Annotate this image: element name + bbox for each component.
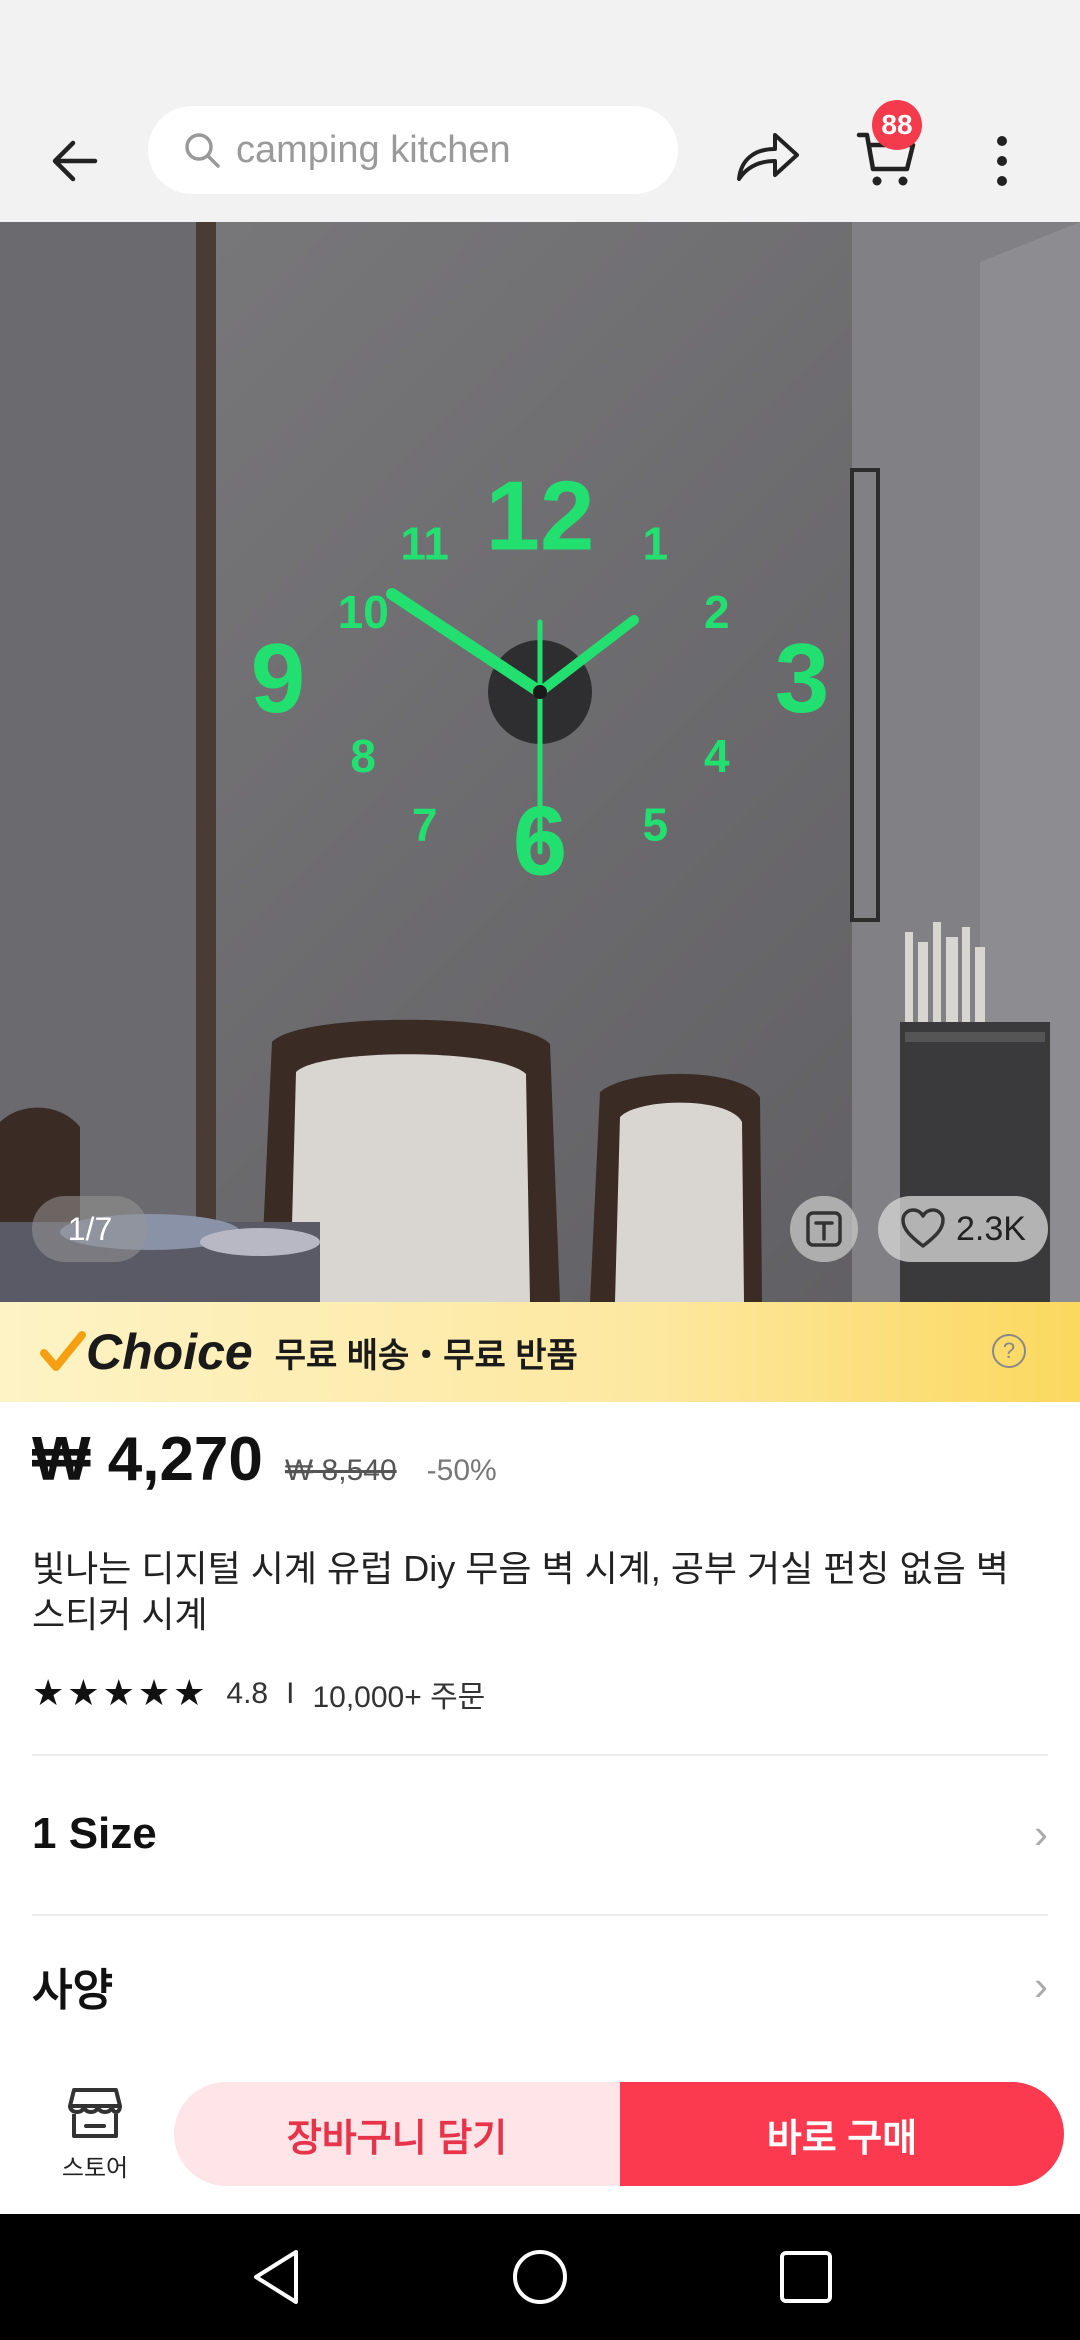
specs-option-row[interactable]: 사양 › [32, 1938, 1048, 2034]
translate-button[interactable] [790, 1196, 858, 1262]
rating-stars: ★★★★★ [32, 1675, 208, 1713]
rating-separator: I [286, 1677, 295, 1710]
back-arrow-icon [52, 140, 98, 182]
wishlist-count: 2.3K [956, 1209, 1026, 1248]
price-row: ₩ 4,270 ₩ 8,540 -50% [32, 1424, 497, 1495]
divider [32, 1754, 1048, 1756]
clock-numeral: 4 [704, 730, 730, 782]
store-label: 스토어 [61, 2155, 129, 2182]
store-icon [68, 2088, 122, 2138]
clock-numeral: 12 [485, 461, 594, 571]
specs-label: 사양 [32, 1966, 113, 2015]
clock-numeral: 10 [338, 586, 389, 638]
clock-numeral: 9 [251, 623, 306, 733]
search-bar[interactable]: camping kitchen [148, 106, 678, 194]
size-option-row[interactable]: 1 Size › [32, 1786, 1048, 1882]
size-label: 1 Size [32, 1809, 157, 1858]
clock-numeral: 8 [350, 730, 376, 782]
star-icon: ★ [137, 1672, 171, 1713]
star-icon: ★ [67, 1672, 100, 1713]
clock-numeral: 11 [400, 517, 449, 569]
buy-now-button[interactable]: 바로 구매 [620, 2082, 1064, 2186]
current-price: ₩ 4,270 [32, 1425, 263, 1494]
chevron-right-icon: › [1034, 1810, 1048, 1857]
nav-recents-button[interactable] [768, 2242, 844, 2312]
choice-banner[interactable]: Choice 무료 배송・무료 반품 ? [0, 1302, 1080, 1402]
share-button[interactable] [728, 116, 808, 196]
nav-home-button[interactable] [502, 2242, 578, 2312]
star-icon: ★ [32, 1672, 65, 1713]
star-icon: ★ [173, 1672, 206, 1713]
nav-back-icon [254, 2250, 298, 2304]
nav-recents-icon [780, 2251, 832, 2303]
heart-icon [901, 1208, 945, 1248]
status-bar [0, 0, 1080, 100]
translate-icon [806, 1211, 842, 1247]
choice-logo: Choice [40, 1323, 253, 1381]
wishlist-button[interactable]: 2.3K [878, 1196, 1048, 1262]
store-button[interactable]: 스토어 [30, 2084, 160, 2194]
clock-numeral: 2 [704, 586, 730, 638]
divider [32, 1914, 1048, 1916]
order-count: 10,000+ 주문 [312, 1681, 486, 1714]
product-title: 빛나는 디지털 시계 유럽 Diy 무음 벽 시계, 공부 거실 펀칭 없음 벽… [32, 1548, 1009, 1635]
bottom-action-bar: 스토어 장바구니 담기 바로 구매 [0, 2060, 1080, 2214]
help-icon[interactable]: ? [992, 1334, 1026, 1368]
checkmark-icon [40, 1331, 86, 1371]
product-photo: 12 1234567891011 [0, 222, 1080, 1302]
clock-numeral: 7 [412, 799, 438, 851]
chevron-right-icon: › [1034, 1962, 1048, 2009]
original-price: ₩ 8,540 [284, 1454, 397, 1487]
nav-home-icon [513, 2250, 567, 2304]
star-icon: ★ [102, 1672, 135, 1713]
search-placeholder: camping kitchen [236, 128, 511, 171]
search-icon [185, 133, 220, 168]
nav-back-button[interactable] [240, 2242, 316, 2312]
share-icon [737, 133, 799, 181]
clock-numeral: 5 [643, 799, 669, 851]
back-button[interactable] [30, 116, 120, 206]
clock-numeral: 6 [513, 785, 568, 895]
rating-row[interactable]: ★★★★★ 4.8 I 10,000+ 주문 [32, 1672, 485, 1716]
add-to-cart-button[interactable]: 장바구니 담기 [174, 2082, 620, 2186]
discount-percent: -50% [426, 1454, 497, 1487]
clock-numeral: 1 [643, 517, 669, 569]
image-counter: 1/7 [32, 1196, 148, 1262]
rating-value: 4.8 [226, 1677, 269, 1710]
more-vertical-icon [997, 136, 1007, 186]
product-image-gallery[interactable]: 12 1 2 3 4 5 6 7 8 9 10 11 1/7 2.3K [0, 222, 1080, 1302]
choice-tagline: 무료 배송・무료 반품 [274, 1336, 578, 1375]
top-header: camping kitchen 88 [0, 100, 1080, 222]
system-nav-bar [0, 2214, 1080, 2340]
clock-numeral: 3 [775, 623, 830, 733]
cart-count-badge: 88 [872, 100, 922, 150]
more-options-button[interactable] [972, 116, 1032, 206]
choice-logo-text: Choice [86, 1324, 253, 1380]
